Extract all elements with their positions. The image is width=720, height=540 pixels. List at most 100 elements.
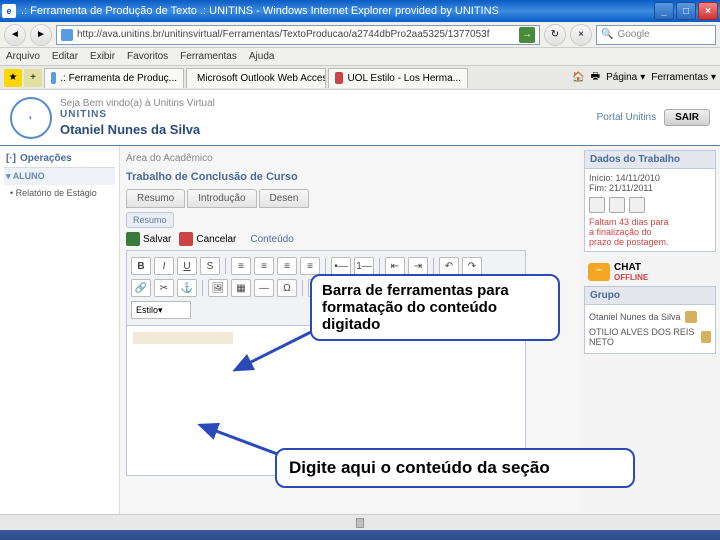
end-date: Fim: 21/11/2011 <box>589 183 711 193</box>
browser-tab-3[interactable]: UOL Estilo - Los Herma... <box>328 68 468 88</box>
breadcrumb: Área do Acadêmico <box>126 150 574 167</box>
align-justify-button[interactable]: ≡ <box>300 257 320 275</box>
minimize-button[interactable]: _ <box>654 2 674 20</box>
chat-status[interactable]: "" CHAT OFFLINE <box>584 258 716 286</box>
undo-button[interactable]: ↶ <box>439 257 459 275</box>
ie-icon: e <box>2 4 16 18</box>
content-label: Conteúdo <box>250 234 293 245</box>
portal-link[interactable]: Portal Unitins <box>597 112 656 123</box>
browser-navbar: ◄ ► http://ava.unitins.br/unitinsvirtual… <box>0 22 720 48</box>
logout-button[interactable]: SAIR <box>664 109 710 126</box>
italic-button[interactable]: I <box>154 257 174 275</box>
link-button[interactable]: 🔗 <box>131 279 151 297</box>
arrow-toolbar <box>230 330 320 383</box>
arrow-editor <box>195 420 285 463</box>
anchor-button[interactable]: ⚓ <box>177 279 197 297</box>
tools-menu[interactable]: Ferramentas ▾ <box>651 72 716 83</box>
user-name: Otaniel Nunes da Silva <box>60 122 215 137</box>
align-right-button[interactable]: ≡ <box>277 257 297 275</box>
back-button[interactable]: ◄ <box>4 24 26 46</box>
home-icon[interactable]: 🏠 <box>572 72 584 83</box>
save-button[interactable]: Salvar <box>126 232 171 246</box>
outdent-button[interactable]: ⇤ <box>385 257 405 275</box>
address-bar[interactable]: http://ava.unitins.br/unitinsvirtual/Fer… <box>56 25 540 45</box>
callout-editor: Digite aqui o conteúdo da seção <box>275 448 635 488</box>
menu-ferramentas[interactable]: Ferramentas <box>180 51 237 62</box>
browser-menubar: Arquivo Editar Exibir Favoritos Ferramen… <box>0 48 720 66</box>
group-member[interactable]: OTILIO ALVES DOS REIS NETO <box>589 325 711 349</box>
tab-favicon <box>51 72 56 84</box>
add-favorites-icon[interactable]: + <box>24 69 42 87</box>
print-icon[interactable]: 🖶 <box>591 69 600 86</box>
sidebar-item-relatorio[interactable]: • Relatório de Estágio <box>4 185 115 201</box>
list-ol-button[interactable]: 1— <box>354 257 374 275</box>
refresh-button[interactable]: ↻ <box>544 24 566 46</box>
style-select[interactable]: Estilo ▾ <box>131 301 191 319</box>
deadline-warning-2: a finalização do <box>589 227 711 237</box>
menu-favoritos[interactable]: Favoritos <box>127 51 168 62</box>
char-button[interactable]: Ω <box>277 279 297 297</box>
strike-button[interactable]: S <box>200 257 220 275</box>
align-center-button[interactable]: ≡ <box>254 257 274 275</box>
forward-button[interactable]: ► <box>30 24 52 46</box>
browser-tab-2[interactable]: Microsoft Outlook Web Access <box>186 68 326 88</box>
workdata-title: Dados do Trabalho <box>584 150 716 169</box>
callout-toolbar: Barra de ferramentas para formatação do … <box>310 274 560 341</box>
go-button[interactable]: → <box>519 27 535 43</box>
help-icon[interactable] <box>629 197 645 213</box>
group-member[interactable]: Otaniel Nunes da Silva <box>589 309 711 325</box>
indent-button[interactable]: ⇥ <box>408 257 428 275</box>
search-placeholder: Google <box>617 29 649 40</box>
menu-ajuda[interactable]: Ajuda <box>249 51 275 62</box>
portal-header: ◐ Seja Bem vindo(a) à Unitins Virtual UN… <box>0 90 720 146</box>
window-title: .: Ferramenta de Produção de Texto .: UN… <box>21 5 654 17</box>
document-title: Trabalho de Conclusão de Curso <box>126 167 574 187</box>
sidebar-section-aluno[interactable]: ▾ ALUNO <box>4 168 115 185</box>
menu-exibir[interactable]: Exibir <box>90 51 115 62</box>
align-left-button[interactable]: ≡ <box>231 257 251 275</box>
menu-editar[interactable]: Editar <box>52 51 78 62</box>
cancel-icon <box>179 232 193 246</box>
stop-button[interactable]: × <box>570 24 592 46</box>
image-button[interactable]: 🖼 <box>208 279 228 297</box>
underline-button[interactable]: U <box>177 257 197 275</box>
workdata-box: Início: 14/11/2010 Fim: 21/11/2011 Falta… <box>584 169 716 252</box>
user-icon <box>685 311 697 323</box>
menu-arquivo[interactable]: Arquivo <box>6 51 40 62</box>
close-button[interactable]: × <box>698 2 718 20</box>
tab-desen[interactable]: Desen <box>259 189 310 208</box>
window-titlebar: e .: Ferramenta de Produção de Texto .: … <box>0 0 720 22</box>
tab-favicon <box>335 72 343 84</box>
deadline-warning-1: Faltam 43 dias para <box>589 217 711 227</box>
redo-button[interactable]: ↷ <box>462 257 482 275</box>
editor-content-placeholder <box>133 332 233 344</box>
sidebar: [·]Operações ▾ ALUNO • Relatório de Está… <box>0 146 120 536</box>
unitins-logo: ◐ <box>10 97 52 139</box>
table-button[interactable]: ▦ <box>231 279 251 297</box>
search-box[interactable]: 🔍 Google <box>596 25 716 45</box>
sidebar-section-operacoes: [·]Operações <box>4 150 115 168</box>
unlink-button[interactable]: ✂ <box>154 279 174 297</box>
horizontal-scrollbar[interactable] <box>0 514 720 530</box>
browser-tabbar: ★ + .: Ferramenta de Produç... Microsoft… <box>0 66 720 90</box>
maximize-button[interactable]: □ <box>676 2 696 20</box>
cancel-button[interactable]: Cancelar <box>179 232 236 246</box>
start-date: Início: 14/11/2010 <box>589 173 711 183</box>
page-menu[interactable]: Página ▾ <box>606 72 645 83</box>
export-icon[interactable] <box>609 197 625 213</box>
page-content: ◐ Seja Bem vindo(a) à Unitins Virtual UN… <box>0 90 720 540</box>
group-title: Grupo <box>584 286 716 305</box>
deadline-warning-3: prazo de postagem. <box>589 237 711 247</box>
hr-button[interactable]: — <box>254 279 274 297</box>
browser-tab-1[interactable]: .: Ferramenta de Produç... <box>44 68 184 88</box>
url-text: http://ava.unitins.br/unitinsvirtual/Fer… <box>77 29 490 40</box>
print-icon[interactable] <box>589 197 605 213</box>
bold-button[interactable]: B <box>131 257 151 275</box>
favorites-icon[interactable]: ★ <box>4 69 22 87</box>
tab-introducao[interactable]: Introdução <box>187 189 256 208</box>
section-label: Resumo <box>126 212 174 228</box>
tab-resumo[interactable]: Resumo <box>126 189 185 208</box>
list-ul-button[interactable]: •— <box>331 257 351 275</box>
footer-bar <box>0 530 720 540</box>
save-icon <box>126 232 140 246</box>
